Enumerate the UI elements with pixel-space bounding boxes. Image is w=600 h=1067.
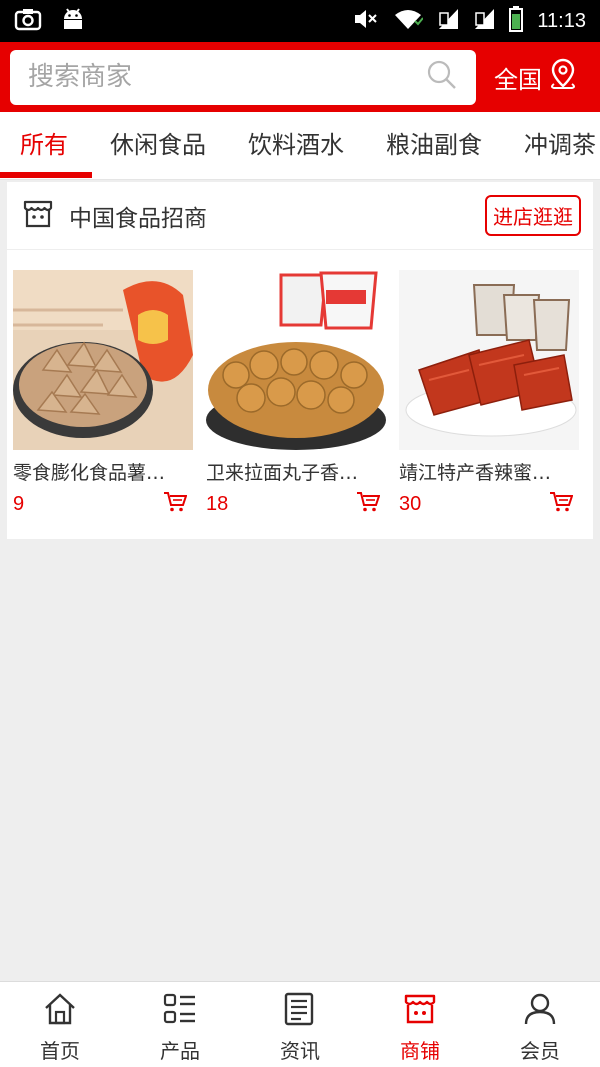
cart-icon[interactable] — [163, 491, 188, 517]
status-time: 11:13 — [537, 9, 586, 32]
product-list: 零食膨化食品薯… 9 卫来拉面丸子香… 18 靖江特产香辣蜜… 30 — [7, 270, 593, 517]
user-icon — [523, 992, 557, 1031]
active-tab-indicator — [0, 172, 92, 178]
noodle-balls-image[interactable] — [206, 270, 386, 450]
android-icon — [60, 7, 86, 35]
location-pin-icon — [548, 57, 578, 97]
list-icon — [163, 992, 197, 1031]
nav-shops[interactable]: 商铺 — [360, 982, 480, 1067]
store-icon — [21, 197, 55, 235]
cart-icon[interactable] — [356, 491, 381, 517]
product-card[interactable]: 零食膨化食品薯… 9 — [13, 270, 193, 517]
tab-drinks[interactable]: 饮料酒水 — [248, 112, 344, 179]
product-name[interactable]: 卫来拉面丸子香… — [206, 458, 386, 485]
store-header: 中国食品招商 进店逛逛 — [7, 182, 593, 250]
store-card[interactable]: 中国食品招商 进店逛逛 零食膨化食品薯… 9 卫来拉面丸子香… 18 靖江特产香… — [7, 182, 593, 539]
search-input[interactable] — [28, 62, 426, 92]
visit-store-button[interactable]: 进店逛逛 — [485, 195, 581, 236]
search-box[interactable] — [10, 49, 476, 105]
product-name[interactable]: 靖江特产香辣蜜… — [399, 458, 579, 485]
nav-products-label: 产品 — [160, 1039, 200, 1063]
sim2-signal-icon — [473, 7, 495, 35]
product-price: 30 — [399, 492, 422, 515]
nav-home-label: 首页 — [40, 1039, 80, 1063]
tab-grain-oil[interactable]: 粮油副食 — [386, 112, 482, 179]
tab-snacks[interactable]: 休闲食品 — [110, 112, 206, 179]
bottom-nav: 首页 产品 资讯 商铺 会员 — [0, 981, 600, 1067]
sim1-signal-icon — [437, 7, 459, 35]
nav-news[interactable]: 资讯 — [240, 982, 360, 1067]
cart-icon[interactable] — [549, 491, 574, 517]
wifi-icon — [393, 8, 425, 34]
search-icon[interactable] — [426, 59, 458, 95]
tab-all[interactable]: 所有 — [20, 112, 68, 179]
product-price: 9 — [13, 492, 25, 515]
store-name: 中国食品招商 — [69, 205, 207, 232]
tab-beverage-tea[interactable]: 冲调茶 — [524, 112, 596, 179]
nav-member[interactable]: 会员 — [480, 982, 600, 1067]
battery-icon — [509, 6, 524, 36]
news-icon — [283, 992, 317, 1031]
category-tabs: 所有 休闲食品 饮料酒水 粮油副食 冲调茶 — [0, 112, 600, 180]
product-card[interactable]: 卫来拉面丸子香… 18 — [206, 270, 386, 517]
product-price: 18 — [206, 492, 229, 515]
header: 全国 — [0, 42, 600, 112]
nav-home[interactable]: 首页 — [0, 982, 120, 1067]
product-name[interactable]: 零食膨化食品薯… — [13, 458, 193, 485]
region-selector[interactable]: 全国 — [494, 57, 578, 97]
pork-jerky-image[interactable] — [399, 270, 579, 450]
product-card[interactable]: 靖江特产香辣蜜… 30 — [399, 270, 579, 517]
mute-icon — [353, 8, 379, 34]
screenshot-icon — [14, 7, 42, 35]
home-icon — [43, 992, 77, 1031]
region-label: 全国 — [494, 65, 542, 94]
nav-member-label: 会员 — [520, 1039, 560, 1063]
nav-news-label: 资讯 — [280, 1039, 320, 1063]
snack-chips-image[interactable] — [13, 270, 193, 450]
nav-products[interactable]: 产品 — [120, 982, 240, 1067]
nav-shops-label: 商铺 — [400, 1039, 440, 1063]
shop-icon — [403, 992, 437, 1031]
status-bar: 11:13 — [0, 0, 600, 42]
